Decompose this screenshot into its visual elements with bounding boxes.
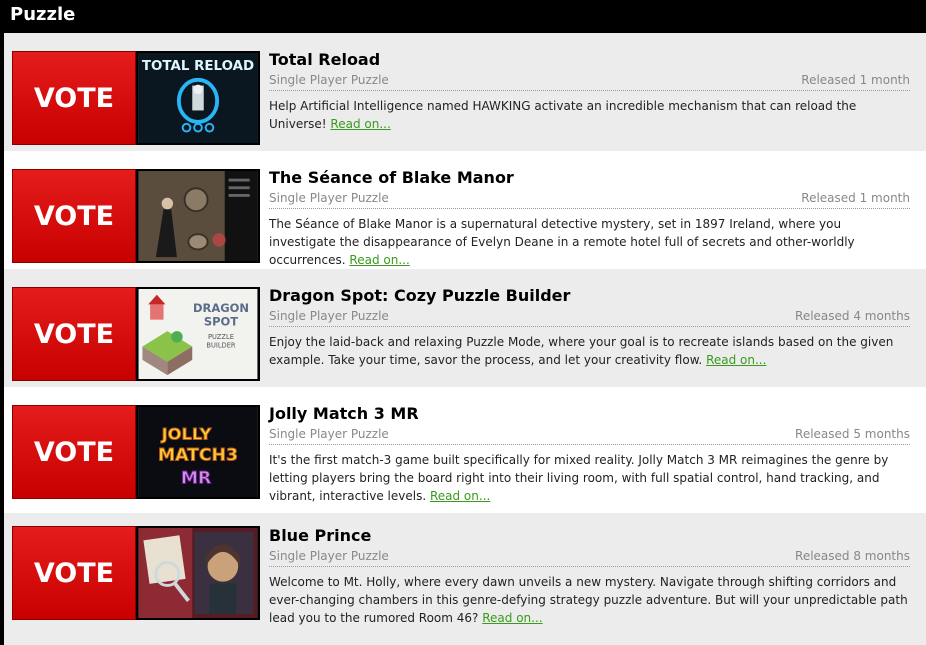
thumb-logo-text: SPOT: [204, 314, 238, 328]
description-text: It's the first match-3 game built specif…: [269, 453, 889, 503]
thumb-logo-text: BUILDER: [206, 341, 236, 349]
thumb-logo-text: JOLLY: [161, 425, 212, 444]
release-date: Released 1 month: [801, 73, 910, 87]
game-description: Help Artificial Intelligence named HAWKI…: [269, 97, 910, 133]
read-on-link[interactable]: Read on...: [349, 253, 409, 267]
game-title[interactable]: Jolly Match 3 MR: [269, 404, 910, 424]
game-meta: Single Player Puzzle Released 1 month: [269, 72, 910, 91]
read-on-link[interactable]: Read on...: [430, 489, 490, 503]
description-text: Welcome to Mt. Holly, where every dawn u…: [269, 575, 908, 625]
read-on-link[interactable]: Read on...: [330, 117, 390, 131]
vote-button[interactable]: VOTE: [12, 169, 136, 263]
game-genre: Single Player Puzzle: [269, 309, 389, 323]
game-genre: Single Player Puzzle: [269, 427, 389, 441]
total-reload-art: TOTAL RELOAD: [138, 53, 258, 143]
blue-prince-art: [138, 528, 258, 618]
game-info: Dragon Spot: Cozy Puzzle Builder Single …: [269, 286, 910, 369]
jolly-match-art: JOLLY MATCH3 MR: [138, 407, 258, 497]
release-date: Released 4 months: [795, 309, 910, 323]
game-genre: Single Player Puzzle: [269, 549, 389, 563]
game-description: Enjoy the laid-back and relaxing Puzzle …: [269, 333, 910, 369]
thumb-logo-text: MR: [181, 469, 211, 489]
game-title[interactable]: Blue Prince: [269, 526, 910, 546]
game-info: Jolly Match 3 MR Single Player Puzzle Re…: [269, 404, 910, 505]
category-title: Puzzle: [10, 4, 76, 25]
release-date: Released 1 month: [801, 191, 910, 205]
game-thumbnail[interactable]: DRAGON SPOT PUZZLE BUILDER: [136, 287, 260, 381]
game-row-jolly-match: VOTE JOLLY MATCH3 MR Jolly Match 3 MR Si…: [0, 387, 926, 513]
thumb-logo-text: TOTAL RELOAD: [142, 59, 254, 74]
category-header: Puzzle: [0, 0, 926, 33]
read-on-link[interactable]: Read on...: [706, 353, 766, 367]
game-meta: Single Player Puzzle Released 5 months: [269, 426, 910, 445]
game-description: Welcome to Mt. Holly, where every dawn u…: [269, 573, 910, 627]
thumb-logo-text: DRAGON: [193, 301, 249, 315]
game-info: Total Reload Single Player Puzzle Releas…: [269, 50, 910, 133]
game-thumbnail[interactable]: [136, 169, 260, 263]
game-title[interactable]: The Séance of Blake Manor: [269, 168, 910, 188]
game-list: VOTE TOTAL RELOAD Total Reload Single Pl…: [0, 33, 926, 645]
thumb-logo-text: MATCH3: [158, 446, 238, 466]
game-title[interactable]: Total Reload: [269, 50, 910, 70]
game-meta: Single Player Puzzle Released 4 months: [269, 308, 910, 327]
vote-button[interactable]: VOTE: [12, 405, 136, 499]
read-on-link[interactable]: Read on...: [482, 611, 542, 625]
vote-button[interactable]: VOTE: [12, 526, 136, 620]
release-date: Released 8 months: [795, 549, 910, 563]
game-description: The Séance of Blake Manor is a supernatu…: [269, 215, 910, 269]
game-info: Blue Prince Single Player Puzzle Release…: [269, 526, 910, 627]
game-row-seance-blake-manor: VOTE The Séance of Blake Manor Single Pl…: [0, 151, 926, 269]
game-thumbnail[interactable]: JOLLY MATCH3 MR: [136, 405, 260, 499]
seance-blake-manor-art: [138, 171, 258, 261]
game-description: It's the first match-3 game built specif…: [269, 451, 910, 505]
description-text: Enjoy the laid-back and relaxing Puzzle …: [269, 335, 894, 367]
game-info: The Séance of Blake Manor Single Player …: [269, 168, 910, 269]
game-row-dragon-spot: VOTE DRAGON SPOT PUZZLE BUILDER Dragon S…: [0, 269, 926, 387]
game-meta: Single Player Puzzle Released 1 month: [269, 190, 910, 209]
vote-button[interactable]: VOTE: [12, 51, 136, 145]
thumb-logo-text: PUZZLE: [208, 333, 234, 341]
game-genre: Single Player Puzzle: [269, 73, 389, 87]
game-genre: Single Player Puzzle: [269, 191, 389, 205]
game-row-total-reload: VOTE TOTAL RELOAD Total Reload Single Pl…: [0, 33, 926, 151]
dragon-spot-art: DRAGON SPOT PUZZLE BUILDER: [138, 289, 258, 379]
game-title[interactable]: Dragon Spot: Cozy Puzzle Builder: [269, 286, 910, 306]
release-date: Released 5 months: [795, 427, 910, 441]
game-row-blue-prince: VOTE Blue Prince Single Player Puzzle Re…: [0, 513, 926, 645]
vote-button[interactable]: VOTE: [12, 287, 136, 381]
game-thumbnail[interactable]: TOTAL RELOAD: [136, 51, 260, 145]
game-meta: Single Player Puzzle Released 8 months: [269, 548, 910, 567]
game-thumbnail[interactable]: [136, 526, 260, 620]
